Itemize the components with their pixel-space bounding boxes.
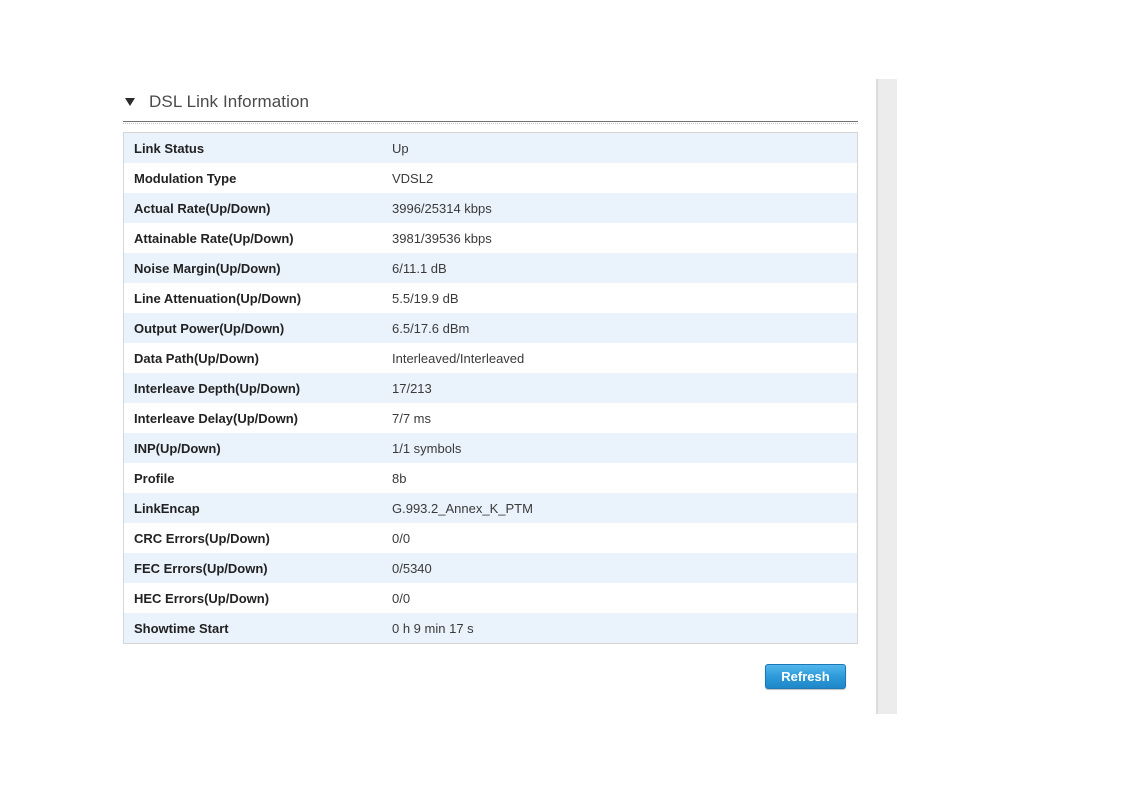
row-value: 0/5340	[392, 553, 858, 583]
table-row: Showtime Start 0 h 9 min 17 s	[123, 613, 858, 644]
row-label: LinkEncap	[123, 493, 392, 523]
table-row: Interleave Delay(Up/Down) 7/7 ms	[123, 403, 858, 433]
row-label: Data Path(Up/Down)	[123, 343, 392, 373]
table-row: Modulation Type VDSL2	[123, 163, 858, 193]
row-value: 5.5/19.9 dB	[392, 283, 858, 313]
row-label: Showtime Start	[123, 613, 392, 644]
row-value: Interleaved/Interleaved	[392, 343, 858, 373]
row-value: 3981/39536 kbps	[392, 223, 858, 253]
triangle-down-icon[interactable]	[125, 98, 135, 106]
row-value: 7/7 ms	[392, 403, 858, 433]
row-value: 8b	[392, 463, 858, 493]
page: DSL Link Information Link Status Up Modu…	[0, 0, 1122, 793]
table-row: Interleave Depth(Up/Down) 17/213	[123, 373, 858, 403]
row-label: Profile	[123, 463, 392, 493]
row-value: 6.5/17.6 dBm	[392, 313, 858, 343]
scrollbar[interactable]	[876, 79, 897, 714]
row-label: Actual Rate(Up/Down)	[123, 193, 392, 223]
table-row: Attainable Rate(Up/Down) 3981/39536 kbps	[123, 223, 858, 253]
row-label: Link Status	[123, 132, 392, 163]
table-row: CRC Errors(Up/Down) 0/0	[123, 523, 858, 553]
table-row: HEC Errors(Up/Down) 0/0	[123, 583, 858, 613]
table-row: Line Attenuation(Up/Down) 5.5/19.9 dB	[123, 283, 858, 313]
row-label: HEC Errors(Up/Down)	[123, 583, 392, 613]
table-row: FEC Errors(Up/Down) 0/5340	[123, 553, 858, 583]
section-header[interactable]: DSL Link Information	[123, 90, 858, 124]
table-row: INP(Up/Down) 1/1 symbols	[123, 433, 858, 463]
row-label: INP(Up/Down)	[123, 433, 392, 463]
table-row: Noise Margin(Up/Down) 6/11.1 dB	[123, 253, 858, 283]
row-label: Noise Margin(Up/Down)	[123, 253, 392, 283]
row-value: 1/1 symbols	[392, 433, 858, 463]
table-row: LinkEncap G.993.2_Annex_K_PTM	[123, 493, 858, 523]
row-value: G.993.2_Annex_K_PTM	[392, 493, 858, 523]
row-label: Interleave Delay(Up/Down)	[123, 403, 392, 433]
row-label: Modulation Type	[123, 163, 392, 193]
row-label: FEC Errors(Up/Down)	[123, 553, 392, 583]
table-row: Actual Rate(Up/Down) 3996/25314 kbps	[123, 193, 858, 223]
row-value: 0/0	[392, 583, 858, 613]
row-value: 3996/25314 kbps	[392, 193, 858, 223]
section-title: DSL Link Information	[149, 92, 310, 111]
table-row: Profile 8b	[123, 463, 858, 493]
row-value: Up	[392, 132, 858, 163]
table-row: Link Status Up	[123, 132, 858, 163]
row-label: Attainable Rate(Up/Down)	[123, 223, 392, 253]
row-value: 0 h 9 min 17 s	[392, 613, 858, 644]
row-value: 17/213	[392, 373, 858, 403]
row-label: Interleave Depth(Up/Down)	[123, 373, 392, 403]
dsl-info-table: Link Status Up Modulation Type VDSL2 Act…	[123, 132, 858, 644]
row-value: VDSL2	[392, 163, 858, 193]
row-value: 0/0	[392, 523, 858, 553]
row-label: Line Attenuation(Up/Down)	[123, 283, 392, 313]
refresh-button[interactable]: Refresh	[765, 664, 846, 689]
row-value: 6/11.1 dB	[392, 253, 858, 283]
row-label: CRC Errors(Up/Down)	[123, 523, 392, 553]
table-row: Output Power(Up/Down) 6.5/17.6 dBm	[123, 313, 858, 343]
row-label: Output Power(Up/Down)	[123, 313, 392, 343]
table-row: Data Path(Up/Down) Interleaved/Interleav…	[123, 343, 858, 373]
